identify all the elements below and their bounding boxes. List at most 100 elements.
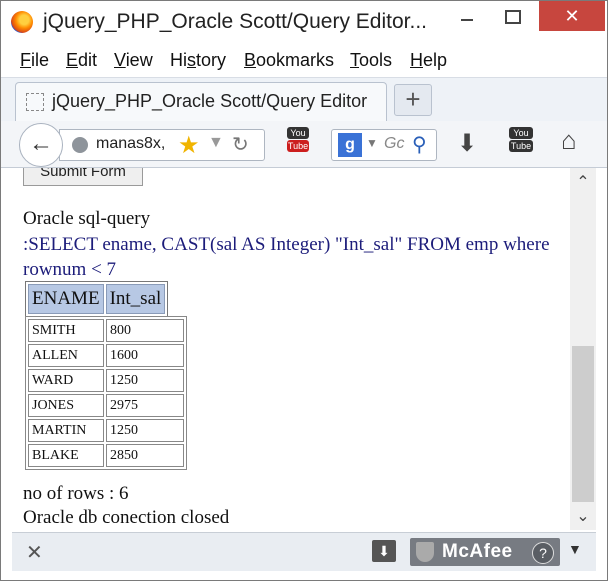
minimize-icon xyxy=(461,19,473,22)
help-icon[interactable]: ? xyxy=(532,542,554,564)
menu-bookmarks-label: ookmarks xyxy=(256,50,335,70)
table-row: SMITH 800 xyxy=(28,319,184,342)
search-engine-dropdown-icon[interactable]: ▼ xyxy=(366,136,378,150)
globe-icon xyxy=(72,137,88,153)
table-row: MARTIN 1250 xyxy=(28,419,184,442)
scroll-down-icon[interactable]: ⌄ xyxy=(570,506,596,526)
menu-tools-accel: T xyxy=(350,50,359,70)
yt-top: You xyxy=(509,127,533,139)
add-on-bar: ✕ ⬇ McAfee ? ▼ xyxy=(12,532,596,571)
cell-int-sal: 2975 xyxy=(106,394,184,417)
scroll-thumb[interactable] xyxy=(572,346,594,502)
menu-help-accel: H xyxy=(410,50,423,70)
mcafee-button[interactable]: McAfee ? xyxy=(410,538,560,566)
cell-int-sal: 800 xyxy=(106,319,184,342)
cell-ename: JONES xyxy=(28,394,104,417)
download-icon[interactable]: ⬇ xyxy=(457,129,477,158)
submit-form-button[interactable]: Submit Form xyxy=(23,168,143,186)
menu-view-label: iew xyxy=(125,50,153,70)
menu-edit-accel: E xyxy=(66,50,79,70)
browser-window: jQuery_PHP_Oracle Scott/Query Editor... … xyxy=(0,0,608,581)
google-icon[interactable]: g xyxy=(338,133,362,157)
title-bar: jQuery_PHP_Oracle Scott/Query Editor... … xyxy=(1,1,607,45)
minimize-button[interactable] xyxy=(444,1,490,31)
menu-tools-label: ools xyxy=(359,50,393,70)
menu-history[interactable]: History xyxy=(170,50,226,71)
result-data-table: SMITH 800 ALLEN 1600 WARD 1250 JONES 2975 MA… xyxy=(25,316,187,470)
menu-help[interactable]: Help xyxy=(410,50,447,71)
menu-bookmarks-accel: B xyxy=(244,50,257,70)
close-window-button[interactable]: ✕ xyxy=(539,1,605,31)
menu-edit-label: dit xyxy=(78,50,98,70)
mcafee-dropdown-icon[interactable]: ▼ xyxy=(568,541,582,557)
close-addon-bar-icon[interactable]: ✕ xyxy=(26,540,43,565)
table-row: ALLEN 1600 xyxy=(28,344,184,367)
home-icon[interactable]: ⌂ xyxy=(561,125,577,156)
arrow-left-icon: ← xyxy=(29,130,53,157)
cell-ename: ALLEN xyxy=(28,344,104,367)
reload-icon[interactable]: ↻ xyxy=(232,132,249,157)
menu-file[interactable]: File xyxy=(20,50,49,71)
close-icon: ✕ xyxy=(564,6,580,26)
menu-file-label: ile xyxy=(31,50,50,70)
cell-ename: MARTIN xyxy=(28,419,104,442)
vertical-scrollbar[interactable]: ⌃ ⌄ xyxy=(570,168,596,530)
menu-edit[interactable]: Edit xyxy=(66,50,97,71)
menu-history-accel: s xyxy=(187,50,196,70)
search-icon[interactable]: ⚲ xyxy=(412,132,427,157)
cell-int-sal: 2850 xyxy=(106,444,184,467)
cell-ename: BLAKE xyxy=(28,444,104,467)
search-bar[interactable]: g ▼ Gc ⚲ xyxy=(331,129,437,161)
new-tab-button[interactable]: + xyxy=(394,84,432,116)
yt-red-bottom: Tube xyxy=(287,140,309,152)
url-text: manas8x, xyxy=(96,135,166,152)
address-bar[interactable]: manas8x, ★ ▼ ↻ xyxy=(59,129,265,161)
menu-view-accel: V xyxy=(114,50,126,70)
tab-label: jQuery_PHP_Oracle Scott/Query Editor xyxy=(52,91,368,111)
table-row: WARD 1250 xyxy=(28,369,184,392)
cell-ename: SMITH xyxy=(28,319,104,342)
column-header-int-sal: Int_sal xyxy=(105,284,166,314)
maximize-button[interactable] xyxy=(490,1,536,31)
star-icon[interactable]: ★ xyxy=(178,131,200,160)
menu-tools[interactable]: Tools xyxy=(350,50,392,71)
table-row: BLAKE 2850 xyxy=(28,444,184,467)
tab-query-editor[interactable]: jQuery_PHP_Oracle Scott/Query Editor xyxy=(15,82,387,121)
url-dropdown-icon[interactable]: ▼ xyxy=(208,134,224,152)
table-row: JONES 2975 xyxy=(28,394,184,417)
scroll-up-icon[interactable]: ⌃ xyxy=(570,172,596,192)
menu-bookmarks[interactable]: Bookmarks xyxy=(244,50,334,71)
result-header-table: ENAME Int_sal xyxy=(25,281,169,317)
query-text: :SELECT ename, CAST(sal AS Integer) "Int… xyxy=(23,234,550,280)
cell-ename: WARD xyxy=(28,369,104,392)
search-input[interactable]: Gc xyxy=(384,135,404,153)
back-button[interactable]: ← xyxy=(19,123,63,167)
menu-history-pre: Hi xyxy=(170,50,187,70)
cell-int-sal: 1250 xyxy=(106,419,184,442)
menu-help-label: elp xyxy=(423,50,448,70)
page-favicon-icon xyxy=(26,93,44,111)
mcafee-label: McAfee xyxy=(442,541,513,562)
menu-file-accel: F xyxy=(20,50,31,70)
result-heading: Oracle sql-query xyxy=(23,208,151,229)
page-content: Submit Form Oracle sql-query :SELECT ena… xyxy=(12,168,570,530)
row-count-text: no of rows : 6 xyxy=(23,483,129,504)
navigation-toolbar: manas8x, ★ ▼ ↻ ← You Tube g ▼ Gc ⚲ ⬇ You… xyxy=(1,121,607,168)
maximize-icon xyxy=(505,10,521,25)
menu-history-label: tory xyxy=(196,50,227,70)
cell-int-sal: 1600 xyxy=(106,344,184,367)
yt-red-top: You xyxy=(287,127,309,139)
connection-closed-text: Oracle db conection closed xyxy=(23,507,230,528)
firefox-icon xyxy=(11,11,33,33)
download-status-icon[interactable]: ⬇ xyxy=(372,540,396,562)
mcafee-shield-icon xyxy=(416,542,434,562)
menu-view[interactable]: View xyxy=(114,50,153,71)
youtube-red-icon[interactable]: You Tube xyxy=(287,127,309,161)
window-title: jQuery_PHP_Oracle Scott/Query Editor... xyxy=(43,10,427,33)
column-header-ename: ENAME xyxy=(28,284,104,314)
menu-bar: File Edit View History Bookmarks Tools H… xyxy=(1,47,607,75)
yt-bottom: Tube xyxy=(509,140,533,152)
youtube-icon[interactable]: You Tube xyxy=(509,127,533,161)
tab-strip: jQuery_PHP_Oracle Scott/Query Editor + xyxy=(1,77,607,122)
cell-int-sal: 1250 xyxy=(106,369,184,392)
